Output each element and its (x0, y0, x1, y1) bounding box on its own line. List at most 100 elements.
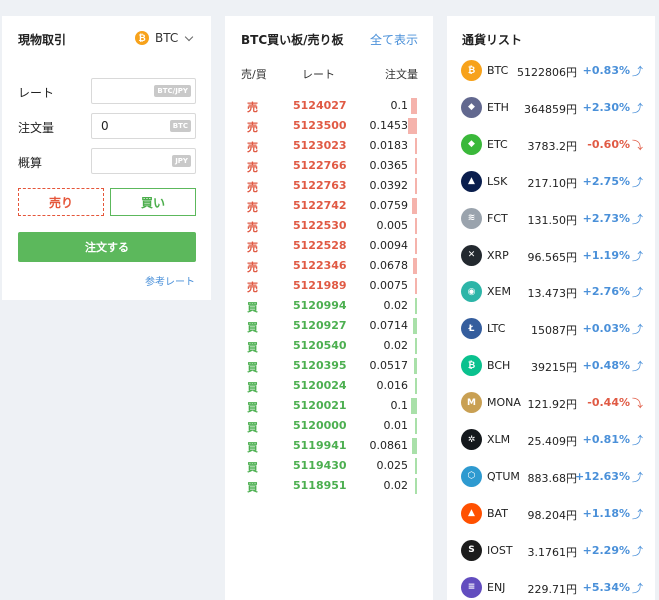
order-side: 売 (247, 281, 258, 294)
order-rate: 5120540 (293, 339, 347, 352)
order-quantity: 0.1453 (369, 119, 409, 132)
ethereum-classic-icon: ◆ (461, 133, 482, 155)
order-rate: 5121989 (293, 279, 347, 292)
ripple-icon: ✕ (461, 244, 482, 266)
estimate-input[interactable]: JPY (91, 148, 196, 174)
coin-price: 217.10円 (527, 176, 578, 190)
coin-row-xlm[interactable]: ✲ XLM 25.409円 +0.81% ⤴ (447, 425, 655, 455)
order-book-row[interactable]: 買 5120395 0.0517 (225, 356, 433, 376)
coin-row-qtum[interactable]: ⬡ QTUM 883.68円 +12.63% ⤴ (447, 462, 655, 492)
coin-row-etc[interactable]: ◆ ETC 3783.2円 -0.60% ⤵ (447, 130, 655, 160)
depth-bar (415, 378, 417, 394)
order-side: 買 (247, 321, 258, 334)
order-quantity: 0.025 (376, 459, 409, 472)
order-rate: 5120395 (293, 359, 347, 372)
order-book-row[interactable]: 売 5123023 0.0183 (225, 136, 433, 156)
coin-row-bch[interactable]: ₿ BCH 39215円 +0.48% ⤴ (447, 351, 655, 381)
order-book-row[interactable]: 買 5119941 0.0861 (225, 436, 433, 456)
coin-change: +0.83% (582, 64, 630, 77)
coin-row-eth[interactable]: ◆ ETH 364859円 +2.30% ⤴ (447, 93, 655, 123)
order-book-row[interactable]: 売 5124027 0.1 (225, 96, 433, 116)
chevron-down-icon (185, 32, 194, 41)
reference-rate-link[interactable]: 参考レート (145, 273, 195, 288)
quantity-unit-badge: BTC (169, 120, 191, 132)
order-book-row[interactable]: 買 5120024 0.016 (225, 376, 433, 396)
rate-unit-badge: BTC/JPY (154, 85, 191, 97)
quantity-input[interactable]: 0 BTC (91, 113, 196, 139)
rate-input[interactable]: BTC/JPY (91, 78, 196, 104)
bat-icon: ▲ (461, 502, 482, 524)
coin-selector[interactable]: ₿ BTC (135, 31, 194, 45)
coin-price: 3783.2円 (527, 139, 578, 153)
order-book-row[interactable]: 売 5122763 0.0392 (225, 176, 433, 196)
coin-row-mona[interactable]: M MONA 121.92円 -0.44% ⤵ (447, 388, 655, 418)
order-book-row[interactable]: 売 5122346 0.0678 (225, 256, 433, 276)
column-header-quantity: 注文量 (385, 68, 418, 81)
depth-bar (415, 278, 417, 294)
trend-up-icon: ⤴ (632, 212, 643, 226)
order-book-row[interactable]: 買 5119430 0.025 (225, 456, 433, 476)
order-side: 買 (247, 381, 258, 394)
order-book-row[interactable]: 売 5122530 0.005 (225, 216, 433, 236)
order-book-row[interactable]: 売 5122766 0.0365 (225, 156, 433, 176)
rate-label: レート (18, 86, 55, 100)
depth-bar (415, 218, 417, 234)
depth-bar (408, 118, 417, 134)
order-book-row[interactable]: 買 5120927 0.0714 (225, 316, 433, 336)
coin-row-xem[interactable]: ◉ XEM 13.473円 +2.76% ⤴ (447, 277, 655, 307)
coin-price: 883.68円 (527, 471, 578, 485)
coin-row-iost[interactable]: S IOST 3.1761円 +2.29% ⤴ (447, 536, 655, 566)
spot-trade-panel: 現物取引 ₿ BTC レート BTC/JPY 注文量 0 BTC 概算 JPY … (2, 16, 211, 300)
coin-row-lsk[interactable]: ▲ LSK 217.10円 +2.75% ⤴ (447, 167, 655, 197)
depth-bar (412, 438, 417, 454)
depth-bar (414, 358, 417, 374)
depth-bar (412, 198, 417, 214)
trend-down-icon: ⤵ (632, 397, 643, 411)
show-all-link[interactable]: 全て表示 (370, 31, 418, 48)
coin-row-btc[interactable]: ₿ BTC 5122806円 +0.83% ⤴ (447, 56, 655, 86)
sell-button[interactable]: 売り (18, 188, 104, 216)
order-book-row[interactable]: 売 5121989 0.0075 (225, 276, 433, 296)
coin-price: 39215円 (531, 361, 577, 375)
order-book-row[interactable]: 買 5120994 0.02 (225, 296, 433, 316)
coin-symbol: ETC (487, 137, 508, 151)
order-book-row[interactable]: 売 5123500 0.1453 (225, 116, 433, 136)
coin-symbol: MONA (487, 396, 521, 410)
order-side: 売 (247, 141, 258, 154)
order-quantity: 0.02 (383, 299, 409, 312)
order-book-row[interactable]: 買 5120021 0.1 (225, 396, 433, 416)
order-side: 売 (247, 261, 258, 274)
coin-row-xrp[interactable]: ✕ XRP 96.565円 +1.19% ⤴ (447, 241, 655, 271)
order-book-row[interactable]: 買 5120000 0.01 (225, 416, 433, 436)
trend-up-icon: ⤴ (632, 434, 643, 447)
order-quantity: 0.0183 (369, 139, 409, 152)
order-rate: 5124027 (293, 99, 347, 112)
quantity-value: 0 (101, 119, 109, 133)
order-book-row[interactable]: 買 5120540 0.02 (225, 336, 433, 356)
coin-row-ltc[interactable]: Ł LTC 15087円 +0.03% ⤴ (447, 314, 655, 344)
order-rate: 5122530 (293, 219, 347, 232)
place-order-button[interactable]: 注文する (18, 232, 196, 262)
trend-up-icon: ⤴ (632, 581, 643, 595)
order-book-row[interactable]: 売 5122528 0.0094 (225, 236, 433, 256)
coin-symbol: BAT (487, 506, 508, 520)
order-quantity: 0.0759 (369, 199, 409, 212)
order-side: 売 (247, 201, 258, 214)
depth-bar (415, 338, 417, 354)
trend-up-icon: ⤴ (632, 249, 643, 263)
buy-button[interactable]: 買い (110, 188, 196, 216)
order-rate: 5119941 (293, 439, 347, 452)
coin-row-bat[interactable]: ▲ BAT 98.204円 +1.18% ⤴ (447, 499, 655, 529)
coin-row-fct[interactable]: ≋ FCT 131.50円 +2.73% ⤴ (447, 204, 655, 234)
depth-bar (415, 138, 417, 154)
coin-change: +1.18% (582, 506, 630, 520)
order-book-row[interactable]: 売 5122742 0.0759 (225, 196, 433, 216)
order-rate: 5122528 (293, 239, 347, 252)
coin-symbol: LSK (487, 174, 508, 188)
coin-symbol: BCH (487, 359, 511, 373)
coin-change: +2.73% (582, 211, 630, 225)
lisk-icon: ▲ (461, 170, 482, 192)
order-book-row[interactable]: 買 5118951 0.02 (225, 476, 433, 496)
order-rate: 5120994 (293, 299, 347, 312)
coin-row-enj[interactable]: ≡ ENJ 229.71円 +5.34% ⤴ (447, 573, 655, 600)
